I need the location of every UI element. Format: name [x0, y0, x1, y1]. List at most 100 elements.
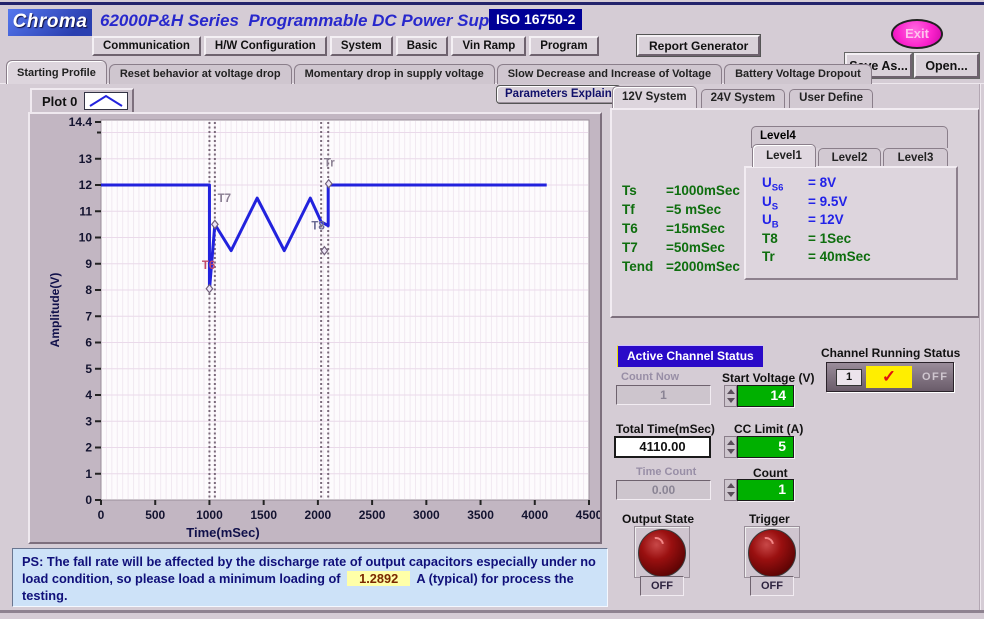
- svg-text:2: 2: [85, 441, 92, 455]
- param-tend: Tend=2000mSec: [622, 259, 740, 278]
- chroma-logo: Chroma: [8, 9, 92, 36]
- system-tabs: 12V System 24V System User Define: [612, 86, 873, 108]
- plot-legend-label: Plot 0: [42, 94, 77, 109]
- svg-text:3: 3: [85, 414, 92, 428]
- tab-12v-system[interactable]: 12V System: [612, 86, 697, 108]
- tab-reset-behavior[interactable]: Reset behavior at voltage drop: [109, 64, 292, 84]
- count-spinner[interactable]: [724, 479, 737, 501]
- tab-level2[interactable]: Level2: [818, 148, 881, 167]
- svg-text:Amplitude(V): Amplitude(V): [48, 273, 62, 348]
- cc-limit-label: CC Limit (A): [734, 422, 803, 436]
- cc-limit-spinner[interactable]: [724, 436, 737, 458]
- svg-text:2000: 2000: [305, 508, 332, 522]
- basic-button[interactable]: Basic: [396, 36, 449, 56]
- output-state-label: Output State: [622, 512, 694, 526]
- svg-text:5: 5: [85, 362, 92, 376]
- total-time-label: Total Time(mSec): [616, 422, 715, 436]
- count-now-label: Count Now: [621, 371, 679, 383]
- svg-text:8: 8: [85, 283, 92, 297]
- tab-momentary-drop[interactable]: Momentary drop in supply voltage: [294, 64, 495, 84]
- waveform-chart-svg: T6T7T8Tr01234567891011121314.40500100015…: [30, 114, 600, 542]
- waveform-legend-icon: [84, 92, 128, 110]
- param-t6: T6=15mSec: [622, 221, 740, 240]
- tab-battery-voltage-dropout[interactable]: Battery Voltage Dropout: [724, 64, 872, 84]
- system-button[interactable]: System: [330, 36, 393, 56]
- tab-level3[interactable]: Level3: [883, 148, 948, 167]
- total-time-field[interactable]: 4110.00: [614, 436, 711, 458]
- start-voltage-display[interactable]: 14: [737, 385, 794, 407]
- tab-24v-system[interactable]: 24V System: [701, 89, 786, 108]
- svg-text:T6: T6: [202, 260, 215, 272]
- program-button[interactable]: Program: [529, 36, 598, 56]
- count-display[interactable]: 1: [737, 479, 794, 501]
- svg-text:T8: T8: [311, 221, 325, 233]
- svg-text:11: 11: [79, 204, 92, 218]
- minimum-loading-value: 1.2892: [347, 571, 410, 586]
- trigger-value: OFF: [750, 576, 794, 596]
- param-ts: Ts=1000mSec: [622, 183, 740, 202]
- channel-running-status-widget: 1 ✓ OFF: [826, 362, 954, 392]
- param-tf: Tf=5 mSec: [622, 202, 740, 221]
- svg-text:Tr: Tr: [324, 158, 335, 170]
- trigger-knob-panel: [744, 526, 800, 578]
- svg-text:1000: 1000: [196, 508, 223, 522]
- level1-values-panel: US6= 8V US= 9.5V UB= 12V T8= 1Sec Tr= 40…: [744, 166, 958, 280]
- svg-text:9: 9: [85, 257, 92, 271]
- svg-text:3000: 3000: [413, 508, 440, 522]
- count-now-field: 1: [616, 385, 711, 405]
- tab-slow-decrease-increase[interactable]: Slow Decrease and Increase of Voltage: [497, 64, 722, 84]
- svg-text:14.4: 14.4: [69, 115, 93, 129]
- value-t8: T8= 1Sec: [762, 231, 956, 250]
- trigger-label: Trigger: [749, 512, 790, 526]
- iso-standard-badge: ISO 16750-2: [489, 9, 582, 30]
- svg-text:12: 12: [79, 178, 93, 192]
- svg-text:0: 0: [85, 493, 92, 507]
- hw-configuration-button[interactable]: H/W Configuration: [204, 36, 327, 56]
- channel-running-status-label: Channel Running Status: [821, 346, 960, 360]
- tab-starting-profile[interactable]: Starting Profile: [6, 60, 107, 84]
- parameters-explain-button[interactable]: Parameters Explain: [496, 85, 621, 104]
- tab-level1[interactable]: Level1: [752, 144, 816, 167]
- output-state-knob[interactable]: [638, 529, 686, 577]
- value-us: US= 9.5V: [762, 194, 956, 213]
- svg-text:4: 4: [85, 388, 92, 402]
- svg-text:6: 6: [85, 336, 92, 350]
- svg-text:10: 10: [79, 231, 93, 245]
- tab-user-define[interactable]: User Define: [789, 89, 873, 108]
- svg-text:4000: 4000: [521, 508, 548, 522]
- exit-button[interactable]: Exit: [891, 19, 943, 49]
- menu-bar: Communication H/W Configuration System B…: [92, 36, 599, 56]
- ps-note: PS: The fall rate will be affected by th…: [12, 548, 608, 607]
- communication-button[interactable]: Communication: [92, 36, 201, 56]
- svg-text:1: 1: [85, 467, 92, 481]
- open-button[interactable]: Open...: [914, 53, 979, 78]
- value-ub: UB= 12V: [762, 212, 956, 231]
- cc-limit-display[interactable]: 5: [737, 436, 794, 458]
- app-title: 62000P&H Series Programmable DC Power Su…: [100, 11, 514, 31]
- svg-text:Time(mSec): Time(mSec): [186, 525, 259, 540]
- value-tr: Tr= 40mSec: [762, 249, 956, 268]
- time-count-field: 0.00: [616, 480, 711, 500]
- count-control: 1: [724, 479, 794, 501]
- param-t7: T7=50mSec: [622, 240, 740, 259]
- window-top-edge: [0, 2, 984, 5]
- value-us6: US6= 8V: [762, 175, 956, 194]
- trigger-knob[interactable]: [748, 529, 796, 577]
- waveform-chart: T6T7T8Tr01234567891011121314.40500100015…: [28, 112, 602, 544]
- svg-text:500: 500: [145, 508, 165, 522]
- channel-number-cell: 1: [836, 369, 862, 386]
- channel-enabled-checkbox[interactable]: ✓: [866, 366, 912, 388]
- plot-legend[interactable]: Plot 0: [30, 88, 134, 112]
- start-voltage-spinner[interactable]: [724, 385, 737, 407]
- channel-running-state: OFF: [922, 371, 949, 383]
- window-bottom-edge: [0, 610, 984, 613]
- svg-text:13: 13: [79, 152, 93, 166]
- active-channel-status-title: Active Channel Status: [617, 345, 763, 367]
- cc-limit-control: 5: [724, 436, 794, 458]
- start-voltage-control: 14: [724, 385, 794, 407]
- report-generator-button[interactable]: Report Generator: [637, 35, 760, 56]
- vin-ramp-button[interactable]: Vin Ramp: [451, 36, 526, 56]
- svg-text:0: 0: [98, 508, 105, 522]
- svg-text:4500: 4500: [576, 508, 600, 522]
- time-count-label: Time Count: [636, 466, 696, 478]
